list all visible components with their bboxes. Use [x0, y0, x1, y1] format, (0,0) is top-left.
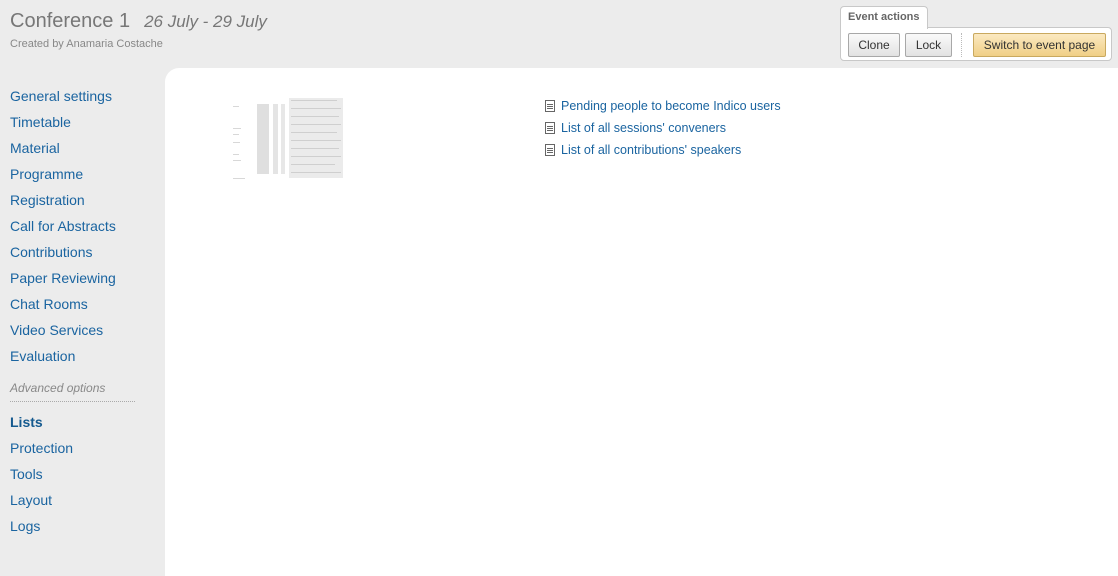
- sidebar-item-evaluation[interactable]: Evaluation: [10, 348, 75, 364]
- link-label: List of all contributions' speakers: [561, 143, 742, 157]
- sidebar-item-registration[interactable]: Registration: [10, 192, 85, 208]
- switch-to-event-page-button[interactable]: Switch to event page: [973, 33, 1106, 57]
- sidebar-item-programme[interactable]: Programme: [10, 166, 83, 182]
- sidebar-item-logs[interactable]: Logs: [10, 518, 40, 534]
- main-content: Pending people to become Indico users Li…: [165, 68, 1118, 576]
- advanced-options-label: Advanced options: [10, 381, 135, 402]
- sidebar-item-layout[interactable]: Layout: [10, 492, 52, 508]
- clone-button[interactable]: Clone: [848, 33, 900, 57]
- toolbar-divider: [961, 33, 962, 57]
- sidebar-item-general-settings[interactable]: General settings: [10, 88, 112, 104]
- event-actions-box: Clone Lock Switch to event page: [840, 27, 1112, 61]
- sidebar: General settings Timetable Material Prog…: [0, 68, 165, 576]
- sidebar-item-material[interactable]: Material: [10, 140, 60, 156]
- event-header: Conference 1 26 July - 29 July Created by…: [0, 0, 1118, 68]
- sidebar-item-video-services[interactable]: Video Services: [10, 322, 103, 338]
- created-by: Created by Anamaria Costache: [10, 38, 163, 50]
- document-icon: [545, 144, 555, 156]
- sidebar-item-paper-reviewing[interactable]: Paper Reviewing: [10, 270, 116, 286]
- sidebar-item-chat-rooms[interactable]: Chat Rooms: [10, 296, 88, 312]
- document-icon: [545, 100, 555, 112]
- contributions-speakers-link[interactable]: List of all contributions' speakers: [545, 139, 781, 161]
- conference-dates: 26 July - 29 July: [144, 12, 267, 31]
- event-actions-label: Event actions: [840, 6, 928, 29]
- link-label: List of all sessions' conveners: [561, 121, 726, 135]
- sidebar-item-timetable[interactable]: Timetable: [10, 114, 71, 130]
- sidebar-item-contributions[interactable]: Contributions: [10, 244, 93, 260]
- lock-button[interactable]: Lock: [905, 33, 952, 57]
- page-title: Conference 1 26 July - 29 July: [10, 10, 267, 33]
- sidebar-item-protection[interactable]: Protection: [10, 440, 73, 456]
- lists-links: Pending people to become Indico users Li…: [545, 95, 781, 161]
- sessions-conveners-link[interactable]: List of all sessions' conveners: [545, 117, 781, 139]
- sidebar-item-call-for-abstracts[interactable]: Call for Abstracts: [10, 218, 116, 234]
- pending-people-link[interactable]: Pending people to become Indico users: [545, 95, 781, 117]
- link-label: Pending people to become Indico users: [561, 99, 781, 113]
- conference-title: Conference 1: [10, 10, 131, 32]
- lists-preview-image: [233, 98, 343, 179]
- sidebar-item-lists[interactable]: Lists: [10, 414, 43, 430]
- document-icon: [545, 122, 555, 134]
- sidebar-item-tools[interactable]: Tools: [10, 466, 43, 482]
